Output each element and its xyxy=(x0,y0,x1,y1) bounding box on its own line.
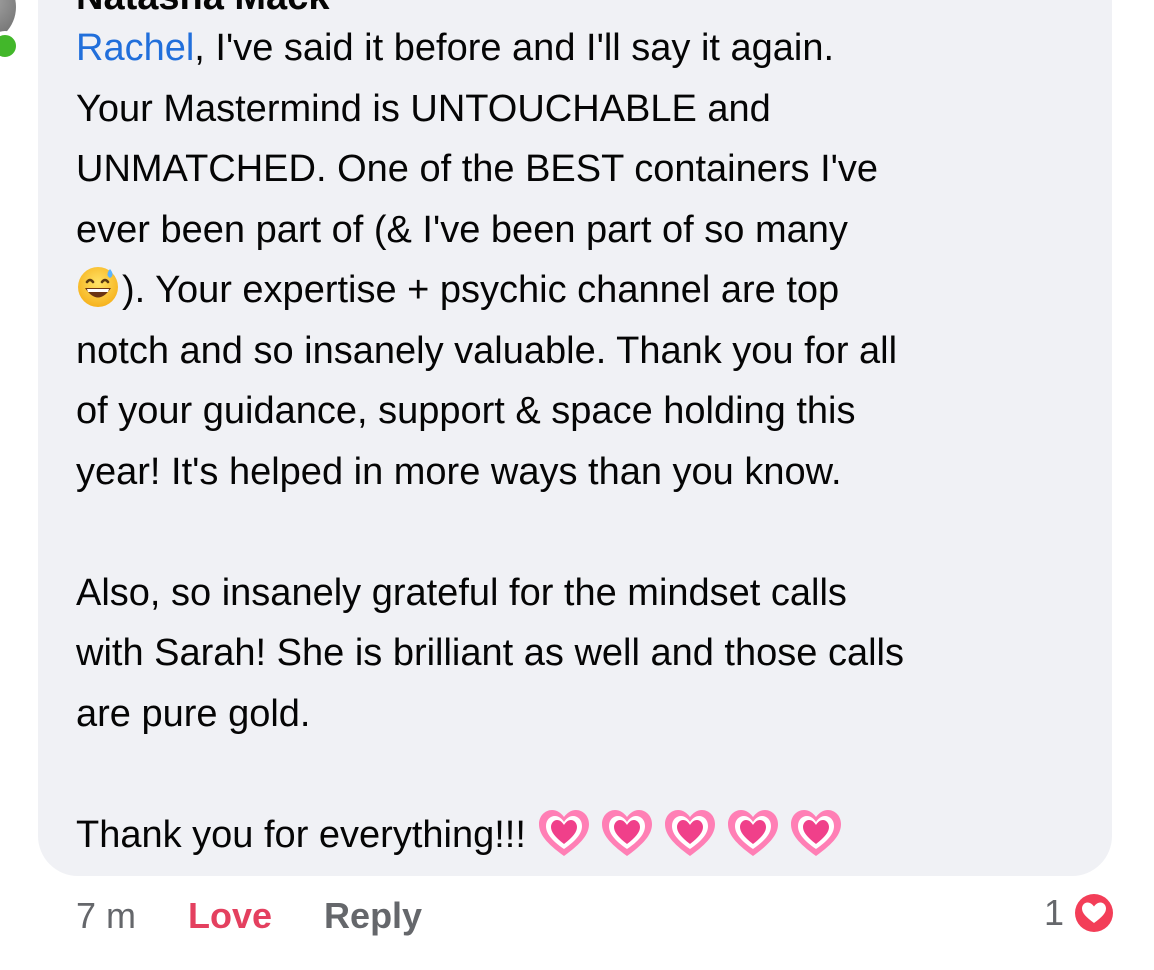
comment-line: with Sarah! She is brilliant as well and… xyxy=(76,632,904,674)
comment-line: of your guidance, support & space holdin… xyxy=(76,390,856,432)
mention-link[interactable]: Rachel xyxy=(76,27,194,69)
comment-line: Thank you for everything!!! xyxy=(76,805,1096,878)
comment-line: Your Mastermind is UNTOUCHABLE and xyxy=(76,87,771,130)
comment-line: ). Your expertise + psychic channel are … xyxy=(76,260,1096,321)
reply-button[interactable]: Reply xyxy=(324,895,422,937)
growing-heart-emoji xyxy=(601,809,652,856)
comment-line: are pure gold. xyxy=(76,692,311,735)
grinning-sweat-emoji xyxy=(78,267,118,307)
comment-line: notch and so insanely valuable. Thank yo… xyxy=(76,329,898,372)
comment-actions: 7 m Love Reply xyxy=(76,893,422,939)
growing-heart-emoji xyxy=(664,809,715,856)
heart-emoji-group xyxy=(536,807,851,878)
comment-author[interactable]: Natasha Mack xyxy=(76,0,329,19)
comment-line: Also, so insanely grateful for the minds… xyxy=(76,571,847,614)
comment-line: ever been part of (& I've been part of s… xyxy=(76,208,848,251)
love-reaction-icon xyxy=(1072,891,1116,935)
reaction-summary[interactable]: 1 xyxy=(1044,889,1118,937)
growing-heart-emoji xyxy=(727,809,778,856)
growing-heart-emoji xyxy=(790,809,841,856)
comment-body: Rachel, I've said it before and I'll say… xyxy=(76,18,1096,877)
reaction-count: 1 xyxy=(1043,892,1064,933)
comment-line: UNMATCHED. One of the BEST containers I'… xyxy=(76,148,879,190)
comment-thread: Natasha Mack Rachel, I've said it before… xyxy=(0,0,1154,970)
comment-line: year! It's helped in more ways than you … xyxy=(76,450,842,493)
growing-heart-emoji xyxy=(538,809,589,856)
comment-line: Rachel, I've said it before and I'll say… xyxy=(76,27,835,69)
online-status-dot xyxy=(0,31,20,61)
love-button[interactable]: Love xyxy=(188,895,272,937)
comment-timestamp[interactable]: 7 m xyxy=(76,895,136,937)
